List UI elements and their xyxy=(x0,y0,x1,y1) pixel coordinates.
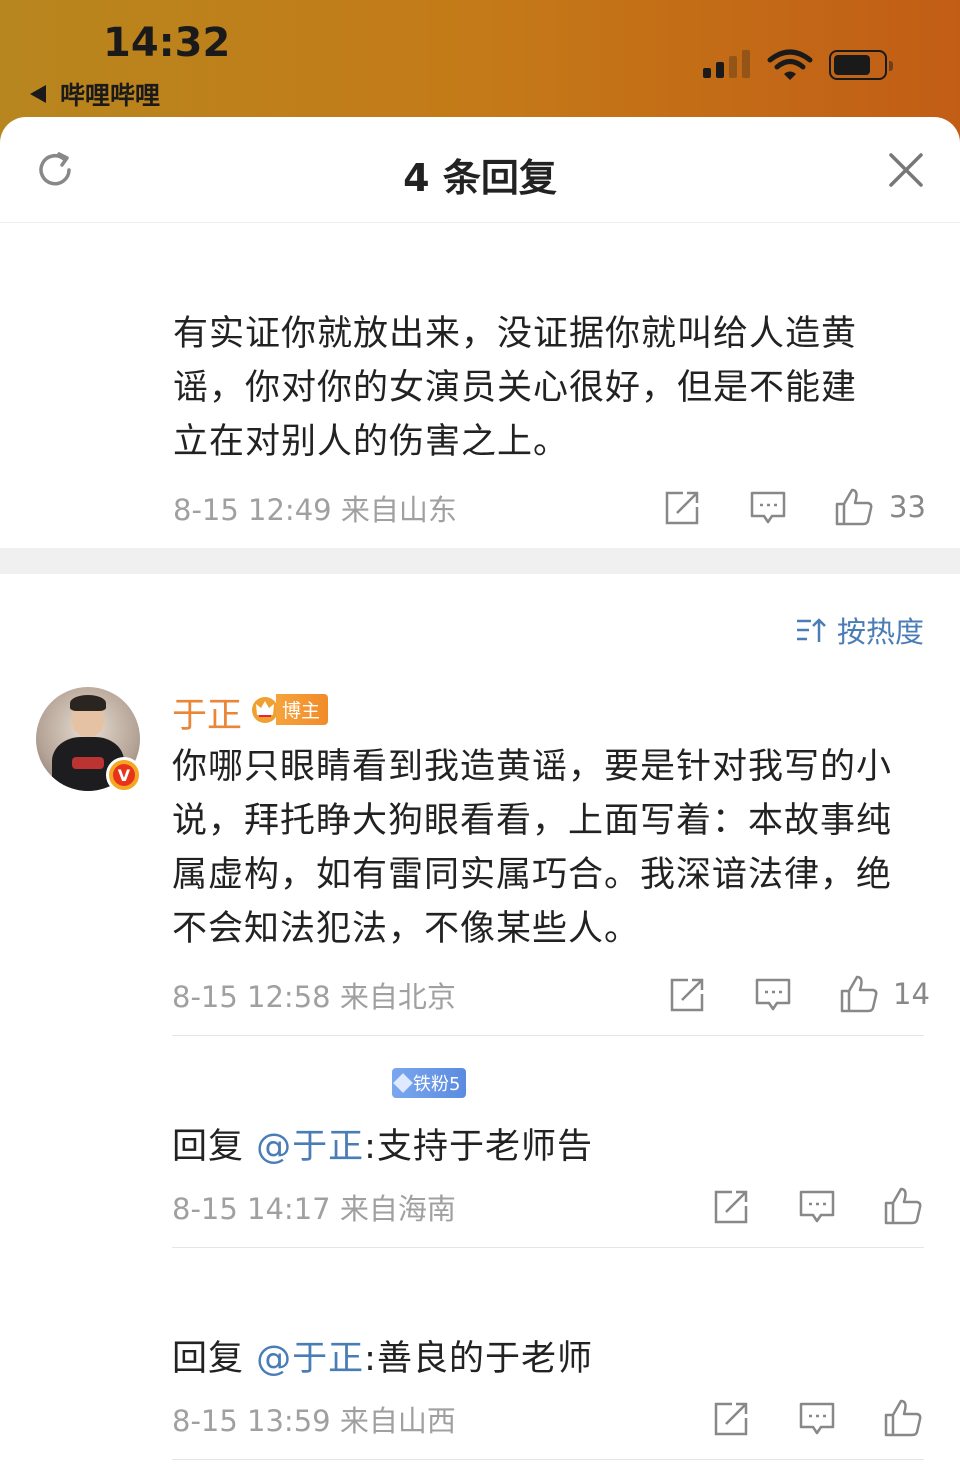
reply-prefix: 回复 xyxy=(172,1339,257,1379)
comment-meta-text: 8-15 13:59 来自山西 xyxy=(172,1404,456,1438)
divider xyxy=(172,1459,924,1460)
comment-meta-text: 8-15 12:49 来自山东 xyxy=(173,493,457,527)
share-icon[interactable] xyxy=(712,1188,750,1226)
verified-icon: V xyxy=(106,757,142,793)
comment-line: 属虚构，如有雷同实属巧合。我深谙法律，绝 xyxy=(172,855,893,895)
like-icon[interactable] xyxy=(834,487,874,527)
divider xyxy=(172,1035,924,1036)
diamond-icon xyxy=(393,1073,413,1093)
comment-icon[interactable] xyxy=(798,1188,836,1226)
replies-sheet: 4 条回复 有实证你就放出来，没证据你就叫给人造黄 谣，你对你的女演员关心很好，… xyxy=(0,117,960,1465)
back-to-app-button[interactable]: 哔哩哔哩 xyxy=(30,76,160,112)
like-icon[interactable] xyxy=(883,1186,923,1226)
mention-link[interactable]: @于正 xyxy=(256,1339,364,1379)
comment-line: 谣，你对你的女演员关心很好，但是不能建 xyxy=(173,368,858,408)
like-icon[interactable] xyxy=(839,974,879,1014)
status-time: 14:32 xyxy=(103,20,231,66)
comment-line: 说，拜托睁大狗眼看看，上面写着：本故事纯 xyxy=(172,801,893,841)
comment-meta-text: 8-15 14:17 来自海南 xyxy=(172,1192,456,1226)
share-icon[interactable] xyxy=(663,489,701,527)
comment-icon[interactable] xyxy=(749,489,787,527)
like-count: 33 xyxy=(889,490,926,524)
back-arrow-icon xyxy=(30,85,46,103)
blogger-badge-label: 博主 xyxy=(276,693,329,725)
comment-line: 你哪只眼睛看到我造黄谣，要是针对我写的小 xyxy=(172,747,893,787)
like-icon[interactable] xyxy=(883,1398,923,1438)
main-comment-meta: 8-15 12:58 来自北京 xyxy=(172,975,456,1015)
comment-icon[interactable] xyxy=(798,1400,836,1438)
comment-line: 不会知法犯法，不像某些人。 xyxy=(172,909,641,949)
reply-content: :支持于老师告 xyxy=(364,1127,593,1167)
first-comment-text: 有实证你就放出来，没证据你就叫给人造黄 谣，你对你的女演员关心很好，但是不能建 … xyxy=(173,307,857,469)
reply-prefix: 回复 xyxy=(172,1127,257,1167)
reply-meta: 8-15 14:17 来自海南 xyxy=(172,1187,456,1227)
mention-link[interactable]: @于正 xyxy=(256,1127,364,1167)
comment-line: 立在对别人的伤害之上。 xyxy=(173,422,570,462)
reply-text: 回复 @于正:善良的于老师 xyxy=(172,1330,593,1381)
section-separator xyxy=(0,548,960,574)
reply-text: 回复 @于正:支持于老师告 xyxy=(172,1118,593,1169)
blogger-badge: 博主 xyxy=(250,693,329,725)
status-bar: 14:32 哔哩哔哩 xyxy=(0,0,960,120)
main-comment-text: 你哪只眼睛看到我造黄谣，要是针对我写的小 说，拜托睁大狗眼看看，上面写着：本故事… xyxy=(172,740,892,956)
share-icon[interactable] xyxy=(712,1400,750,1438)
first-comment-meta: 8-15 12:49 来自山东 xyxy=(173,488,457,528)
fan-badge-label: 铁粉5 xyxy=(413,1074,461,1095)
close-icon[interactable] xyxy=(888,152,924,188)
comment-meta-text: 8-15 12:58 来自北京 xyxy=(172,980,456,1014)
sort-toggle[interactable]: 按热度 xyxy=(795,609,924,651)
fan-level-badge: 铁粉5 xyxy=(392,1068,467,1098)
back-app-label: 哔哩哔哩 xyxy=(60,81,161,110)
sort-icon xyxy=(796,618,826,642)
sheet-header: 4 条回复 xyxy=(0,117,960,223)
cellular-signal-icon xyxy=(703,48,750,78)
sheet-title: 4 条回复 xyxy=(403,156,557,200)
reply-meta: 8-15 13:59 来自山西 xyxy=(172,1399,456,1439)
share-icon[interactable] xyxy=(668,976,706,1014)
username[interactable]: 于正 xyxy=(172,687,242,738)
wifi-icon xyxy=(767,49,813,80)
comment-line: 有实证你就放出来，没证据你就叫给人造黄 xyxy=(173,314,858,354)
sort-label: 按热度 xyxy=(836,615,924,649)
comment-icon[interactable] xyxy=(754,976,792,1014)
divider xyxy=(172,1247,924,1248)
like-count: 14 xyxy=(893,977,930,1011)
reply-content: :善良的于老师 xyxy=(364,1339,593,1379)
battery-icon xyxy=(829,50,893,80)
